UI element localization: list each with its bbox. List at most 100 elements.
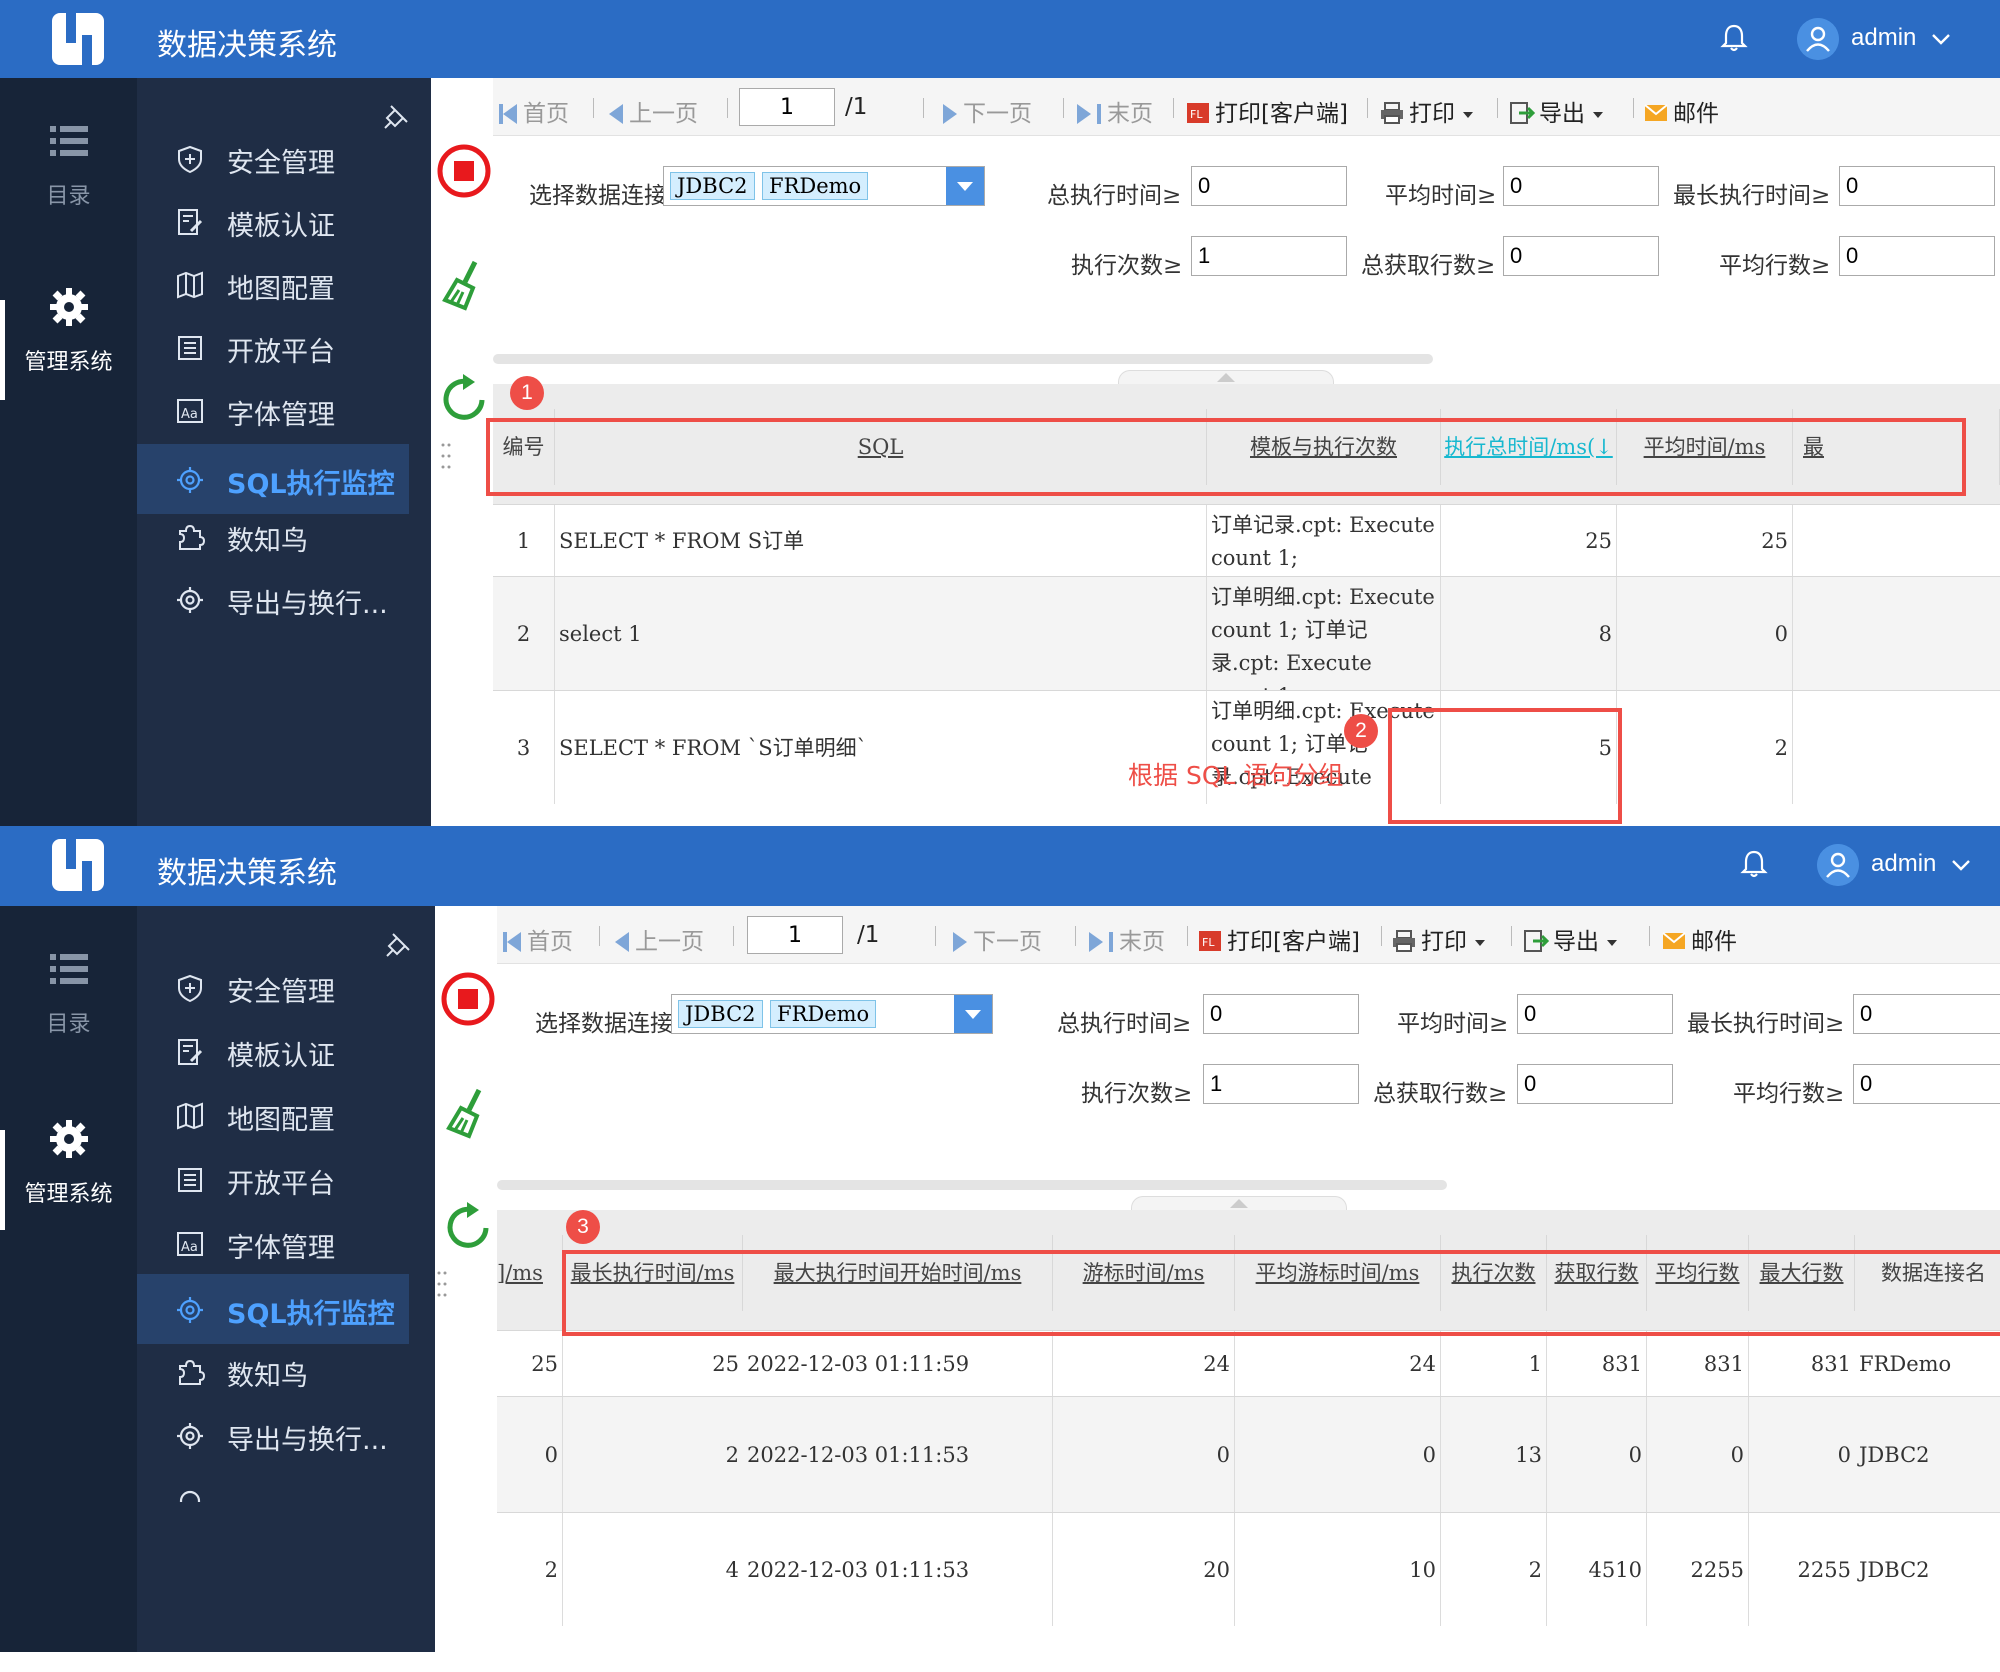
menu-item-map-config[interactable]: 地图配置 [137,1080,409,1152]
username[interactable]: admin [1871,850,1936,878]
drag-handle-icon[interactable] [437,1270,447,1298]
total-rows-label: 总获取行数≥ [1373,1081,1508,1107]
drag-handle-icon[interactable] [441,442,451,470]
connection-select[interactable]: JDBC2 FRDemo [671,994,993,1034]
menu-item-open-platform[interactable]: 开放平台 [137,312,409,384]
menu-item-template-cert[interactable]: 模板认证 [137,186,409,258]
connection-tag[interactable]: JDBC2 [678,1000,763,1028]
broom-icon[interactable] [439,1084,497,1142]
refresh-icon[interactable] [435,370,493,428]
avg-rows-input[interactable]: 0 [1839,236,1995,276]
avg-time-input[interactable]: 0 [1503,166,1659,206]
page-number-input[interactable]: 1 [747,916,843,954]
dropdown-arrow-icon[interactable] [946,167,984,205]
toolbar-divider [1367,98,1368,118]
broom-icon[interactable] [435,256,493,314]
screenshot-panel-2: 数据决策系统 admin 目录 管理系统 安全管理 模板认证 地图配置 开放平台… [0,826,2000,1652]
bell-icon[interactable] [1718,22,1750,54]
menu-item-map-config[interactable]: 地图配置 [137,249,409,321]
first-page-button[interactable]: 首页 [499,94,569,128]
font-icon: Aa [177,1232,203,1256]
menu-item-template-cert[interactable]: 模板认证 [137,1016,409,1088]
menu-label: 地图配置 [227,1105,335,1136]
exec-count-input[interactable]: 1 [1191,236,1347,276]
table-row[interactable]: 25 25 2022-12-03 01:11:59 24 24 1 831 83… [497,1330,2000,1396]
rail-item-catalog[interactable]: 目录 [0,118,137,210]
next-page-button[interactable]: 下一页 [943,94,1032,128]
table-row[interactable]: 2 4 2022-12-03 01:11:53 20 10 2 4510 225… [497,1512,2000,1626]
avatar[interactable] [1797,18,1839,60]
total-rows-input[interactable]: 0 [1503,236,1659,276]
report-toolbar: 首页 上一页 1 /1 下一页 末页 FL 打印[客户端] 打印 导出 邮件 [493,78,2000,136]
stop-icon[interactable] [439,970,497,1028]
prev-page-button[interactable]: 上一页 [609,94,698,128]
page-number-input[interactable]: 1 [739,88,835,126]
total-exec-time-input[interactable]: 0 [1191,166,1347,206]
export-button[interactable]: 导出 [1523,922,1617,956]
bell-icon[interactable] [1738,848,1770,880]
collapse-toggle[interactable] [1131,1196,1347,1210]
connection-tag[interactable]: JDBC2 [670,172,755,200]
print-button[interactable]: 打印 [1391,922,1485,956]
mail-icon [1662,932,1686,949]
total-exec-time-input[interactable]: 0 [1203,994,1359,1034]
total-rows-input[interactable]: 0 [1517,1064,1673,1104]
mail-button[interactable]: 邮件 [1643,94,1719,128]
toolbar-divider [1187,926,1188,946]
exec-count-input[interactable]: 1 [1203,1064,1359,1104]
dropdown-arrow-icon[interactable] [954,995,992,1033]
menu-item-shuzhiniao[interactable]: 数知鸟 [137,501,409,573]
print-label: 打印 [1409,101,1455,127]
menu-item-export-wrap[interactable]: 导出与换行... [137,564,409,636]
table-row[interactable]: 2 select 1 订单明细.cpt: Execute count 1; 订单… [493,576,2000,690]
chevron-down-icon[interactable] [1948,852,1974,878]
menu-item-security[interactable]: 安全管理 [137,123,409,195]
stop-icon[interactable] [435,142,493,200]
rail-label-catalog: 目录 [46,184,91,209]
last-page-button[interactable]: 末页 [1089,922,1165,956]
list-icon [178,336,202,360]
first-page-button[interactable]: 首页 [503,922,573,956]
collapse-toggle[interactable] [1118,370,1334,384]
print-client-button[interactable]: FL 打印[客户端] [1197,922,1360,956]
menu-item-open-platform[interactable]: 开放平台 [137,1144,409,1216]
cell-sql: SELECT * FROM `S订单明细` [555,691,1207,804]
rail-item-manage[interactable]: 管理系统 [0,284,137,376]
menu-item-font-manage[interactable]: Aa 字体管理 [137,1208,409,1280]
next-page-button[interactable]: 下一页 [953,922,1042,956]
export-button[interactable]: 导出 [1509,94,1603,128]
last-page-bar-icon [1097,104,1101,124]
menu-item-sql-monitor[interactable]: SQL执行监控 [137,1274,409,1344]
horizontal-scrollbar[interactable] [493,354,1433,364]
mail-button[interactable]: 邮件 [1661,922,1737,956]
table-row[interactable]: 0 2 2022-12-03 01:11:53 0 0 13 0 0 0 JDB… [497,1396,2000,1512]
last-page-button[interactable]: 末页 [1077,94,1153,128]
puzzle-icon [179,524,205,550]
print-button[interactable]: 打印 [1379,94,1473,128]
menu-item-security[interactable]: 安全管理 [137,952,409,1024]
connection-select[interactable]: JDBC2 FRDemo [663,166,985,206]
cell-id: 3 [493,691,555,804]
rail-item-catalog[interactable]: 目录 [0,946,137,1038]
max-exec-time-input[interactable]: 0 [1839,166,1995,206]
rail-item-manage[interactable]: 管理系统 [0,1116,137,1208]
connection-tag[interactable]: FRDemo [762,172,869,200]
prev-page-button[interactable]: 上一页 [615,922,704,956]
avg-rows-input[interactable]: 0 [1853,1064,2000,1104]
avg-time-input[interactable]: 0 [1517,994,1673,1034]
menu-item-font-manage[interactable]: Aa 字体管理 [137,375,409,447]
username[interactable]: admin [1851,24,1916,52]
table-row[interactable]: 1 SELECT * FROM S订单 订单记录.cpt: Execute co… [493,504,2000,576]
print-client-button[interactable]: FL 打印[客户端] [1185,94,1348,128]
max-exec-time-input[interactable]: 0 [1853,994,2000,1034]
col-header-cut[interactable]: ]/ms [497,1235,563,1311]
refresh-icon[interactable] [439,1198,497,1256]
menu-item-shuzhiniao[interactable]: 数知鸟 [137,1336,409,1408]
side-menu: 安全管理 模板认证 地图配置 开放平台 Aa 字体管理 SQL执行监控 数知鸟 [137,906,435,1652]
menu-label: 数知鸟 [227,1361,308,1392]
horizontal-scrollbar[interactable] [497,1180,1447,1190]
connection-tag[interactable]: FRDemo [770,1000,877,1028]
menu-item-export-wrap[interactable]: 导出与换行... [137,1400,409,1472]
avatar[interactable] [1817,844,1859,886]
chevron-down-icon[interactable] [1928,26,1954,52]
